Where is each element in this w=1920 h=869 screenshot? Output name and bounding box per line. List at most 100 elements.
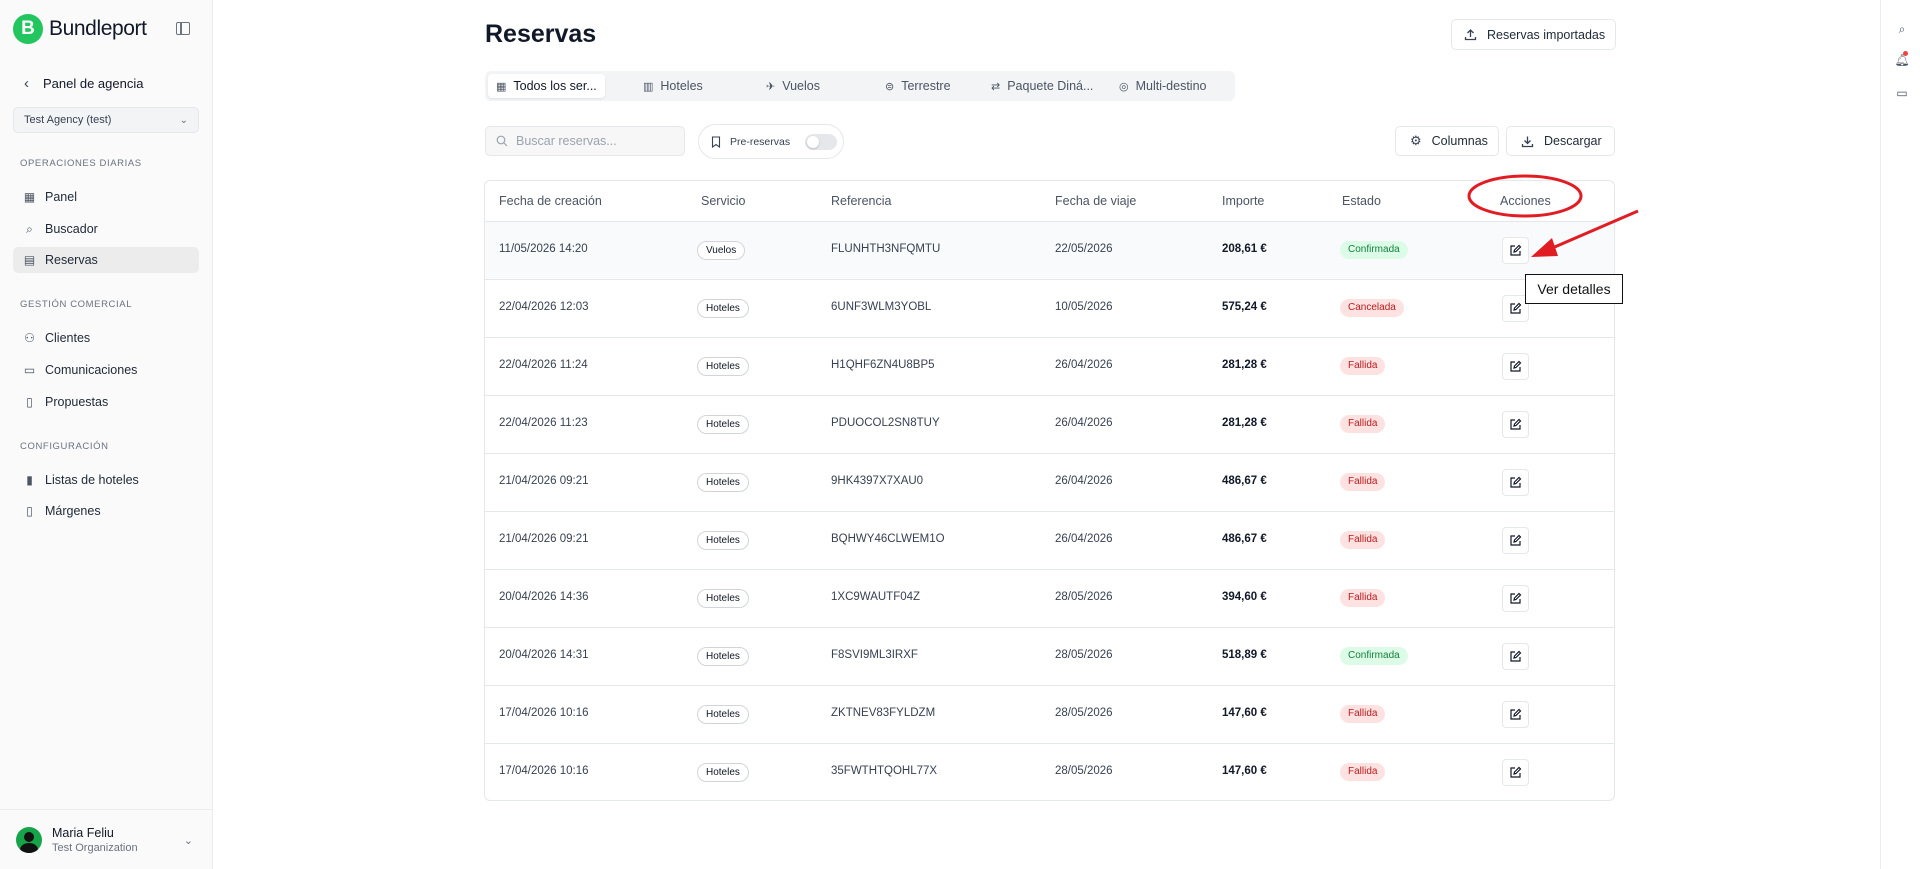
- table-row[interactable]: 22/04/2026 11:24 Hoteles H1QHF6ZN4U8BP5 26/…: [485, 338, 1614, 396]
- sidebar-item-listas-hoteles[interactable]: ▮ Listas de hoteles: [13, 467, 199, 493]
- car-icon: ⊜: [885, 80, 895, 93]
- prereserve-filter[interactable]: Pre-reservas: [698, 124, 844, 159]
- section-label-daily: OPERACIONES DIARIAS: [20, 158, 142, 169]
- prereserve-toggle[interactable]: [805, 133, 838, 150]
- service-badge: Hoteles: [697, 299, 749, 318]
- sidebar-item-panel[interactable]: ▦ Panel: [13, 184, 199, 210]
- download-button[interactable]: Descargar: [1506, 126, 1615, 156]
- download-icon: [1521, 136, 1534, 147]
- imported-bookings-label: Reservas importadas: [1487, 27, 1606, 42]
- table-row[interactable]: 20/04/2026 14:36 Hoteles 1XC9WAUTF04Z 28/05…: [485, 570, 1614, 628]
- table-row[interactable]: 17/04/2026 10:16 Hoteles ZKTNEV83FYLDZM 28/…: [485, 686, 1614, 744]
- status-badge: Fallida: [1340, 763, 1386, 781]
- cell-travel-date: 26/04/2026: [1055, 417, 1113, 429]
- cell-travel-date: 26/04/2026: [1055, 359, 1113, 371]
- status-badge: Fallida: [1340, 357, 1386, 375]
- cell-travel-date: 26/04/2026: [1055, 533, 1113, 545]
- status-badge: Fallida: [1340, 589, 1386, 607]
- view-details-button[interactable]: [1502, 527, 1529, 554]
- tab-terrestre[interactable]: ⊜ Terrestre: [877, 74, 977, 98]
- section-label-commercial: GESTIÓN COMERCIAL: [20, 299, 133, 310]
- view-details-tooltip: Ver detalles: [1525, 274, 1623, 304]
- cell-amount: 281,28 €: [1222, 359, 1267, 371]
- status-badge: Confirmada: [1340, 241, 1408, 259]
- sidebar-item-margenes[interactable]: ▯ Márgenes: [13, 498, 199, 524]
- service-badge: Hoteles: [697, 415, 749, 434]
- cell-travel-date: 28/05/2026: [1055, 649, 1113, 661]
- view-details-button[interactable]: [1502, 237, 1529, 264]
- sidebar-item-comunicaciones[interactable]: ▭ Comunicaciones: [13, 357, 199, 383]
- cell-amount: 147,60 €: [1222, 707, 1267, 719]
- chevron-left-icon: ‹: [24, 75, 29, 92]
- column-header-service[interactable]: Servicio: [701, 194, 745, 208]
- prereserve-label: Pre-reservas: [730, 135, 791, 148]
- plane-icon: ✈: [766, 80, 776, 93]
- sidebar: B Bundleport ‹ Panel de agencia Test Age…: [0, 0, 213, 869]
- tab-todos[interactable]: ▦ Todos los ser...: [488, 74, 605, 98]
- view-details-button[interactable]: [1502, 701, 1529, 728]
- cell-reference: 6UNF3WLM3YOBL: [831, 301, 932, 313]
- download-label: Descargar: [1544, 134, 1602, 148]
- sidebar-item-clientes[interactable]: ⚇ Clientes: [13, 325, 199, 351]
- view-details-button[interactable]: [1502, 759, 1529, 786]
- status-badge: Fallida: [1340, 473, 1386, 491]
- column-header-status[interactable]: Estado: [1342, 194, 1381, 208]
- table-row[interactable]: 21/04/2026 09:21 Hoteles 9HK4397X7XAU0 26/0…: [485, 454, 1614, 512]
- cell-amount: 575,24 €: [1222, 301, 1267, 313]
- tab-hoteles[interactable]: ▥ Hoteles: [635, 74, 735, 98]
- agency-select[interactable]: Test Agency (test) ⌄: [13, 107, 199, 133]
- columns-button[interactable]: ⚙ Columnas: [1395, 126, 1499, 156]
- feedback-icon[interactable]: ▭: [1895, 86, 1909, 100]
- back-to-agency-panel[interactable]: ‹ Panel de agencia: [24, 75, 143, 92]
- view-details-button[interactable]: [1502, 643, 1529, 670]
- sidebar-item-reservas[interactable]: ▤ Reservas: [13, 247, 199, 273]
- imported-bookings-button[interactable]: Reservas importadas: [1451, 19, 1616, 50]
- cell-amount: 208,61 €: [1222, 243, 1267, 255]
- cell-reference: H1QHF6ZN4U8BP5: [831, 359, 935, 371]
- column-header-amount[interactable]: Importe: [1222, 194, 1264, 208]
- column-header-reference[interactable]: Referencia: [831, 194, 891, 208]
- table-row[interactable]: 11/05/2026 14:20 Vuelos FLUNHTH3NFQMTU 22/0…: [485, 222, 1614, 280]
- table-row[interactable]: 21/04/2026 09:21 Hoteles BQHWY46CLWEM1O 26/…: [485, 512, 1614, 570]
- search-icon[interactable]: ⌕: [1895, 22, 1909, 36]
- sidebar-item-buscador[interactable]: ⌕ Buscador: [13, 216, 199, 242]
- view-details-button[interactable]: [1502, 585, 1529, 612]
- edit-icon: [1510, 766, 1522, 778]
- service-badge: Hoteles: [697, 647, 749, 666]
- cell-created: 20/04/2026 14:36: [499, 591, 589, 603]
- cell-amount: 147,60 €: [1222, 765, 1267, 777]
- sidebar-item-label: Propuestas: [45, 395, 109, 409]
- column-header-travel-date[interactable]: Fecha de viaje: [1055, 194, 1136, 208]
- service-badge: Hoteles: [697, 589, 749, 608]
- user-menu[interactable]: Maria Feliu Test Organization ⌄: [0, 809, 213, 869]
- column-header-created[interactable]: Fecha de creación: [499, 194, 602, 208]
- table-row[interactable]: 22/04/2026 12:03 Hoteles 6UNF3WLM3YOBL 10/0…: [485, 280, 1614, 338]
- view-details-button[interactable]: [1502, 353, 1529, 380]
- cell-travel-date: 28/05/2026: [1055, 765, 1113, 777]
- columns-label: Columnas: [1431, 134, 1488, 148]
- cell-created: 17/04/2026 10:16: [499, 707, 589, 719]
- tab-paquete-dinamico[interactable]: ⇄ Paquete Diná...: [983, 74, 1098, 98]
- tab-vuelos[interactable]: ✈ Vuelos: [758, 74, 853, 98]
- sidebar-item-label: Listas de hoteles: [45, 473, 139, 487]
- table-row[interactable]: 17/04/2026 10:16 Hoteles 35FWTHTQOHL77X 28/…: [485, 744, 1614, 800]
- service-badge: Hoteles: [697, 763, 749, 782]
- sidebar-item-propuestas[interactable]: ▯ Propuestas: [13, 389, 199, 415]
- users-icon: ⚇: [24, 331, 35, 345]
- page-title: Reservas: [485, 20, 597, 48]
- sidebar-collapse-icon[interactable]: [176, 22, 190, 35]
- view-details-button[interactable]: [1502, 411, 1529, 438]
- view-details-button[interactable]: [1502, 469, 1529, 496]
- right-rail: ⌕ 🔔︎ ▭: [1880, 0, 1920, 869]
- table-row[interactable]: 22/04/2026 11:23 Hoteles PDUOCOL2SN8TUY 26/…: [485, 396, 1614, 454]
- tab-multi-destino[interactable]: ◎ Multi-destino: [1111, 74, 1226, 98]
- grid-icon: ▦: [496, 80, 507, 93]
- brand-logo[interactable]: B Bundleport: [13, 14, 147, 44]
- document-icon: ▯: [26, 504, 33, 518]
- search-input[interactable]: [516, 134, 676, 148]
- sidebar-item-label: Clientes: [45, 331, 91, 345]
- edit-icon: [1510, 592, 1522, 604]
- table-row[interactable]: 20/04/2026 14:31 Hoteles F8SVI9ML3IRXF 28/0…: [485, 628, 1614, 686]
- search-box[interactable]: [485, 126, 685, 156]
- cell-created: 22/04/2026 11:23: [499, 417, 588, 429]
